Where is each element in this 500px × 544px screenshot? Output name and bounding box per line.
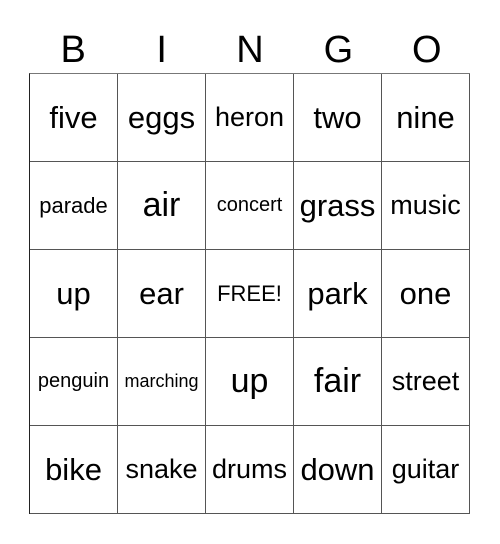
bingo-cell[interactable]: parade	[30, 162, 118, 250]
header-letter-o: O	[412, 29, 442, 71]
bingo-cell[interactable]: guitar	[382, 426, 470, 514]
bingo-cell[interactable]: five	[30, 74, 118, 162]
bingo-cell[interactable]: ear	[118, 250, 206, 338]
bingo-cell[interactable]: bike	[30, 426, 118, 514]
bingo-card-grid: five eggs heron two nine parade air conc…	[29, 73, 470, 514]
bingo-cell[interactable]: penguin	[30, 338, 118, 426]
bingo-cell[interactable]: park	[294, 250, 382, 338]
bingo-cell[interactable]: down	[294, 426, 382, 514]
bingo-cell[interactable]: one	[382, 250, 470, 338]
bingo-cell[interactable]: heron	[206, 74, 294, 162]
header-letter-b: B	[60, 29, 86, 71]
bingo-cell[interactable]: up	[206, 338, 294, 426]
bingo-cell[interactable]: air	[118, 162, 206, 250]
bingo-cell[interactable]: nine	[382, 74, 470, 162]
bingo-cell[interactable]: marching	[118, 338, 206, 426]
bingo-cell[interactable]: snake	[118, 426, 206, 514]
bingo-cell[interactable]: fair	[294, 338, 382, 426]
bingo-cell[interactable]: concert	[206, 162, 294, 250]
free-space[interactable]: FREE!	[206, 250, 294, 338]
bingo-header: B I N G O	[29, 28, 471, 72]
bingo-cell[interactable]: music	[382, 162, 470, 250]
bingo-cell[interactable]: eggs	[118, 74, 206, 162]
header-letter-i: I	[156, 29, 167, 71]
bingo-cell[interactable]: street	[382, 338, 470, 426]
bingo-cell[interactable]: up	[30, 250, 118, 338]
header-letter-n: N	[236, 29, 264, 71]
bingo-cell[interactable]: grass	[294, 162, 382, 250]
header-letter-g: G	[323, 29, 354, 71]
bingo-cell[interactable]: two	[294, 74, 382, 162]
bingo-cell[interactable]: drums	[206, 426, 294, 514]
